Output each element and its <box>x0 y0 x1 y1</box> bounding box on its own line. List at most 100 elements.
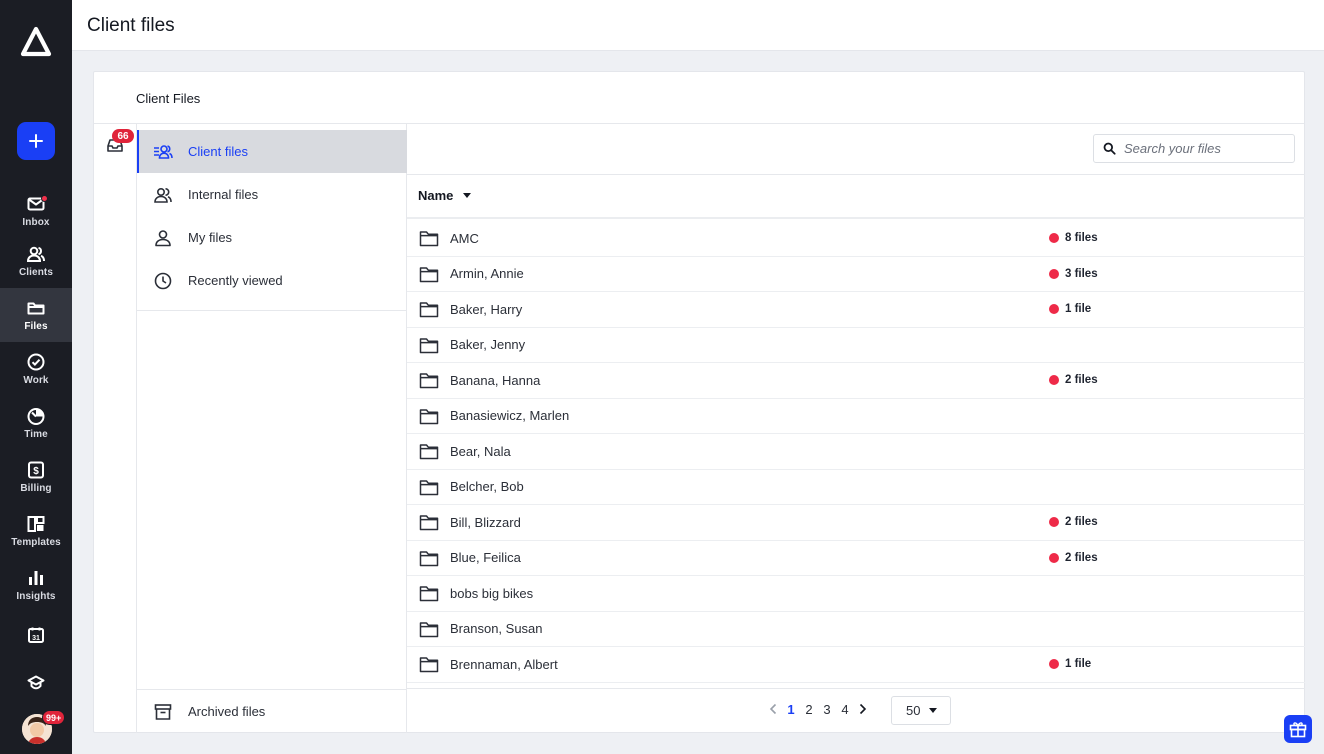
sidebar-item-label: Client files <box>188 144 248 159</box>
table-row[interactable]: AMC 8 files <box>407 221 1305 257</box>
folder-icon <box>419 444 439 460</box>
folder-name[interactable]: Brennaman, Albert <box>450 657 558 672</box>
folder-name[interactable]: Branson, Susan <box>450 621 543 636</box>
nav-item-calendar[interactable]: 31 <box>0 608 72 662</box>
folder-name[interactable]: Bill, Blizzard <box>450 515 521 530</box>
table-row[interactable]: Bear, Nala <box>407 434 1305 470</box>
sidebar-item-label: My files <box>188 230 233 245</box>
dollar-icon: $ <box>28 461 44 479</box>
per-page-select[interactable]: 50 <box>891 696 951 725</box>
status-dot <box>1049 659 1059 670</box>
gift-button[interactable] <box>1284 715 1312 743</box>
table-row[interactable]: Blue, Feilica 2 files <box>407 541 1305 576</box>
folder-name[interactable]: Baker, Jenny <box>450 337 525 352</box>
search-input[interactable] <box>1124 141 1284 156</box>
sidebar-item-client-files[interactable]: Client files <box>137 130 407 173</box>
status-dot <box>1049 233 1059 244</box>
table-row[interactable]: Armin, Annie 3 files <box>407 257 1305 292</box>
folder-icon <box>419 302 439 318</box>
nav-label: Clients <box>18 267 54 278</box>
folder-icon <box>419 479 439 495</box>
table-row[interactable]: Belcher, Bob <box>407 470 1305 505</box>
divider <box>407 174 1305 175</box>
nav-item-clients[interactable]: Clients <box>0 234 72 288</box>
bar-chart-icon <box>29 571 43 585</box>
calendar-day: 31 <box>32 635 40 642</box>
nav-item-work[interactable]: Work <box>0 342 72 396</box>
sidebar-item-label: Internal files <box>188 187 259 202</box>
file-folder-list: AMC 8 files Armin, Annie 3 files Baker, Harr… <box>407 221 1305 683</box>
table-row[interactable]: Banasiewicz, Marlen <box>407 399 1305 434</box>
unread-dot <box>41 195 48 202</box>
timer-icon <box>27 408 45 425</box>
next-page-button[interactable] <box>854 700 872 718</box>
logo-icon[interactable] <box>20 26 52 58</box>
nav-item-inbox[interactable]: Inbox <box>0 184 72 238</box>
folder-icon <box>419 373 439 389</box>
folder-icon <box>419 408 439 424</box>
nav-item-billing[interactable]: $ Billing <box>0 450 72 504</box>
notification-badge: 99+ <box>42 710 66 725</box>
folder-icon <box>419 621 439 637</box>
caret-down-icon <box>929 707 938 713</box>
page-3-button[interactable]: 3 <box>818 702 836 717</box>
folder-name[interactable]: Banasiewicz, Marlen <box>450 408 569 423</box>
folder-name[interactable]: Baker, Harry <box>450 302 522 317</box>
file-count-badge: 2 files <box>1049 516 1098 528</box>
nav-label: Time <box>24 429 48 440</box>
sidebar-item-my-files[interactable]: My files <box>137 216 407 259</box>
column-header-name[interactable]: Name <box>418 188 472 203</box>
folder-icon <box>419 515 439 531</box>
clock-icon <box>154 272 172 289</box>
file-count: 3 files <box>1065 267 1098 280</box>
caret-down-icon <box>463 192 472 198</box>
status-dot <box>1049 304 1059 315</box>
person-icon <box>155 229 171 246</box>
nav-label: Insights <box>16 591 56 602</box>
people-icon <box>154 187 172 203</box>
check-circle-icon <box>27 353 45 371</box>
nav-item-templates[interactable]: Templates <box>0 504 72 558</box>
folder-name[interactable]: Blue, Feilica <box>450 550 521 565</box>
divider <box>407 217 1305 219</box>
search-box[interactable] <box>1093 134 1295 163</box>
table-row[interactable]: Baker, Jenny <box>407 328 1305 363</box>
folder-icon <box>419 337 439 353</box>
create-button[interactable] <box>17 122 55 160</box>
folder-name[interactable]: AMC <box>450 231 479 246</box>
folder-name[interactable]: Bear, Nala <box>450 444 511 459</box>
prev-page-button[interactable] <box>764 700 782 718</box>
card-title: Client Files <box>136 91 201 106</box>
table-row[interactable]: Bill, Blizzard 2 files <box>407 505 1305 541</box>
calendar-icon: 31 <box>28 627 44 643</box>
file-count-badge: 1 file <box>1049 303 1091 315</box>
folder-name[interactable]: Banana, Hanna <box>450 373 540 388</box>
chevron-right-icon <box>859 703 867 715</box>
archive-icon <box>154 703 172 720</box>
folder-name[interactable]: Belcher, Bob <box>450 479 524 494</box>
nav-item-insights[interactable]: Insights <box>0 558 72 612</box>
sidebar-item-archived-files[interactable]: Archived files <box>137 690 407 733</box>
nav-label: Work <box>23 375 49 386</box>
page-1-button[interactable]: 1 <box>782 702 800 717</box>
nav-item-files[interactable]: Files <box>0 288 72 342</box>
people-icon <box>26 246 45 262</box>
folder-name[interactable]: Armin, Annie <box>450 266 524 281</box>
table-row[interactable]: Baker, Harry 1 file <box>407 292 1305 328</box>
file-count-badge: 2 files <box>1049 374 1098 386</box>
table-row[interactable]: Branson, Susan <box>407 612 1305 647</box>
nav-item-time[interactable]: Time <box>0 396 72 450</box>
sidebar-item-internal-files[interactable]: Internal files <box>137 173 407 216</box>
file-count-badge: 2 files <box>1049 552 1098 564</box>
table-row[interactable]: bobs big bikes <box>407 576 1305 612</box>
graduation-cap-icon <box>27 675 45 690</box>
file-count: 2 files <box>1065 551 1098 564</box>
table-row[interactable]: Banana, Hanna 2 files <box>407 363 1305 399</box>
nav-item-academy[interactable] <box>0 656 72 710</box>
table-row[interactable]: Brennaman, Albert 1 file <box>407 647 1305 683</box>
folder-icon <box>27 302 45 315</box>
page-4-button[interactable]: 4 <box>836 702 854 717</box>
sidebar-item-recently-viewed[interactable]: Recently viewed <box>137 259 407 302</box>
folder-name[interactable]: bobs big bikes <box>450 586 533 601</box>
page-2-button[interactable]: 2 <box>800 702 818 717</box>
